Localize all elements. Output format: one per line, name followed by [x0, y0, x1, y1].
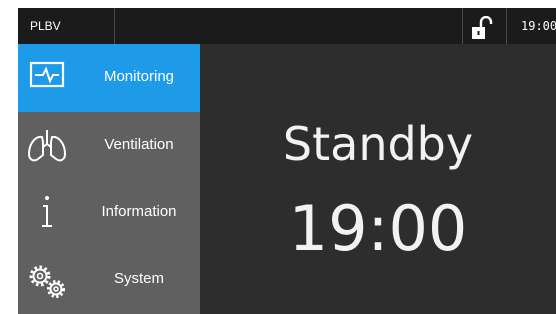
sidebar-item-label: Monitoring [103, 68, 175, 85]
heartbeat-monitor-icon [29, 61, 65, 88]
sidebar-item-label: System [113, 270, 164, 287]
standby-status: Standby [282, 117, 474, 171]
divider [506, 8, 507, 44]
unlocked-padlock-icon[interactable] [471, 16, 493, 40]
sidebar-item-information[interactable]: Information [18, 179, 200, 247]
gears-icon [29, 265, 65, 298]
sidebar: Monitoring Ventilation Information Syste… [18, 44, 200, 314]
device-screen: PLBV 19:00 Monitoring Ventilation Inform… [18, 8, 556, 314]
sidebar-item-monitoring[interactable]: Monitoring [18, 44, 200, 112]
sidebar-item-label: Ventilation [104, 136, 174, 153]
divider [462, 8, 463, 44]
header-clock: 19:00 [521, 19, 556, 33]
top-bar: PLBV 19:00 [18, 8, 556, 44]
sidebar-item-system[interactable]: System [18, 246, 200, 314]
device-name: PLBV [30, 19, 61, 33]
divider [114, 8, 115, 44]
main-clock: 19:00 [288, 192, 468, 265]
lungs-icon [27, 130, 67, 162]
info-icon [42, 196, 52, 227]
sidebar-item-label: Information [101, 203, 177, 220]
sidebar-item-ventilation[interactable]: Ventilation [18, 112, 200, 180]
main-panel: Standby 19:00 [200, 44, 556, 314]
